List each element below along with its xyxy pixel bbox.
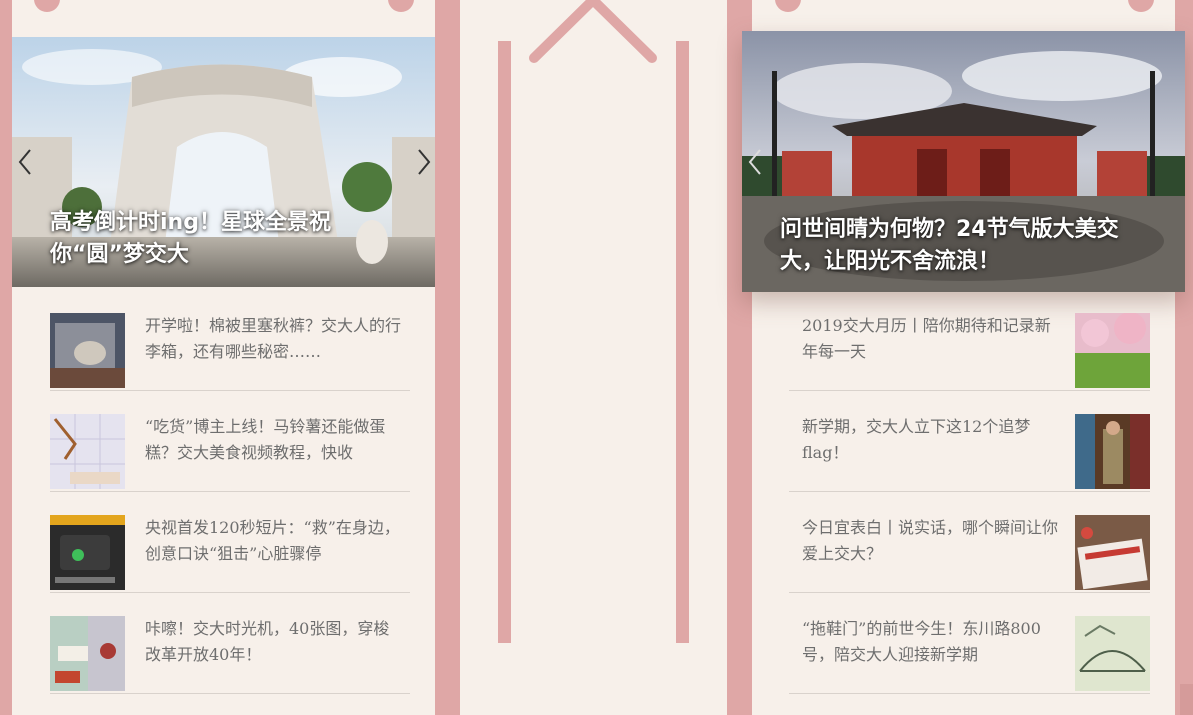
news-title[interactable]: 2019交大月历丨陪你期待和记录新年每一天 [802,313,1062,365]
suitcase-thumbnail [50,313,125,388]
list-item[interactable]: “吃货”博主上线！马铃薯还能做蛋糕？交大美食视频教程，快收 [50,414,410,492]
hero-next-arrow-icon[interactable] [417,148,431,176]
hero-title[interactable]: 问世间晴为何物？24节气版大美交大，让阳光不舍流浪！ [780,214,1155,278]
middle-rail-right [676,41,689,643]
list-item[interactable]: 新学期，交大人立下这12个追梦flag！ [789,414,1150,492]
blossom-thumbnail [1075,313,1150,388]
scroll-up-chevron-icon[interactable] [528,0,658,66]
list-item[interactable]: 开学啦！棉被里塞秋裤？交大人的行李箱，还有哪些秘密…… [50,313,410,391]
news-title[interactable]: 开学啦！棉被里塞秋裤？交大人的行李箱，还有哪些秘密…… [145,313,405,365]
top-hook-decoration [34,0,60,12]
news-title[interactable]: “吃货”博主上线！马铃薯还能做蛋糕？交大美食视频教程，快收 [145,414,405,466]
news-title[interactable]: 新学期，交大人立下这12个追梦flag！ [802,414,1062,466]
news-title[interactable]: 央视首发120秒短片：“救”在身边，创意口诀“狙击”心脏骤停 [145,515,405,567]
list-item[interactable]: 2019交大月历丨陪你期待和记录新年每一天 [789,313,1150,391]
list-item[interactable]: 咔嚓！交大时光机，40张图，穿梭改革开放40年！ [50,616,410,694]
right-hero-card[interactable]: 问世间晴为何物？24节气版大美交大，让阳光不舍流浪！ [742,31,1185,292]
sketch-thumbnail [1075,616,1150,691]
left-edge-bar [0,0,12,715]
letter-thumbnail [1075,515,1150,590]
corner-tab[interactable] [1180,684,1193,715]
left-hero-card[interactable]: 高考倒计时ing！星球全景祝你“圆”梦交大 [12,37,435,287]
news-title[interactable]: 咔嚓！交大时光机，40张图，穿梭改革开放40年！ [145,616,405,668]
middle-rail-left [498,41,511,643]
hero-title[interactable]: 高考倒计时ing！星球全景祝你“圆”梦交大 [50,207,405,271]
top-hook-decoration [1128,0,1154,12]
top-hook-decoration [775,0,801,12]
library-thumbnail [1075,414,1150,489]
timemachine-thumbnail [50,616,125,691]
food-thumbnail [50,414,125,489]
hero-prev-arrow-icon[interactable] [18,148,32,176]
list-item[interactable]: 央视首发120秒短片：“救”在身边，创意口诀“狙击”心脏骤停 [50,515,410,593]
list-item[interactable]: “拖鞋门”的前世今生！东川路800号，陪交大人迎接新学期 [789,616,1150,694]
hero-prev-arrow-icon[interactable] [748,148,762,176]
news-title[interactable]: “拖鞋门”的前世今生！东川路800号，陪交大人迎接新学期 [802,616,1062,668]
top-hook-decoration [388,0,414,12]
list-item[interactable]: 今日宜表白丨说实话，哪个瞬间让你爱上交大？ [789,515,1150,593]
left-panel-border [435,0,460,715]
cctv-thumbnail [50,515,125,590]
news-title[interactable]: 今日宜表白丨说实话，哪个瞬间让你爱上交大？ [802,515,1062,567]
